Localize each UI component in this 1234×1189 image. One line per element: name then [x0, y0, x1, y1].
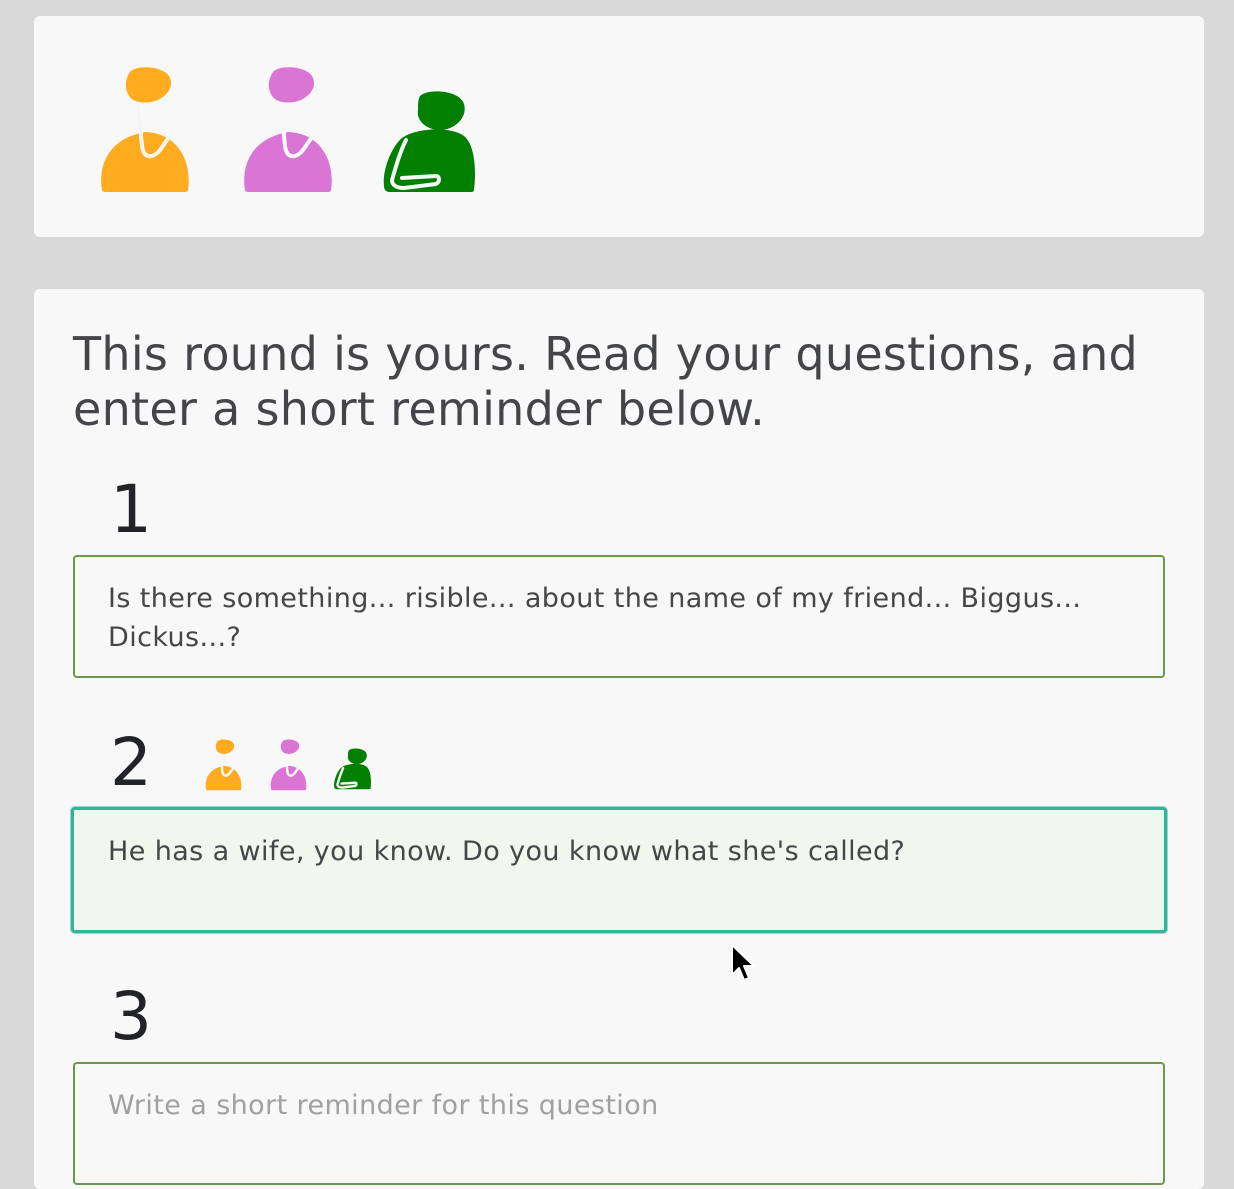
- mouse-cursor-icon: [731, 944, 755, 981]
- question-2-player-pink-icon: [270, 739, 307, 791]
- players-panel: [34, 16, 1204, 237]
- round-panel: This round is yours. Read your questions…: [34, 289, 1204, 1189]
- question-1-reminder-input[interactable]: Is there something... risible... about t…: [73, 555, 1165, 678]
- question-1-number: 1: [110, 471, 152, 548]
- question-2-number: 2: [110, 724, 152, 801]
- question-3-number: 3: [110, 978, 152, 1055]
- question-2-player-orange-icon: [205, 739, 242, 791]
- player-orange-icon: [101, 67, 189, 192]
- question-2-reminder-input[interactable]: He has a wife, you know. Do you know wha…: [71, 807, 1167, 933]
- round-instructions: This round is yours. Read your questions…: [73, 327, 1139, 436]
- question-3-reminder-input[interactable]: Write a short reminder for this question: [73, 1062, 1165, 1185]
- player-pink-icon: [244, 67, 332, 192]
- player-green-icon: [383, 91, 475, 192]
- question-2-player-green-icon: [334, 748, 371, 790]
